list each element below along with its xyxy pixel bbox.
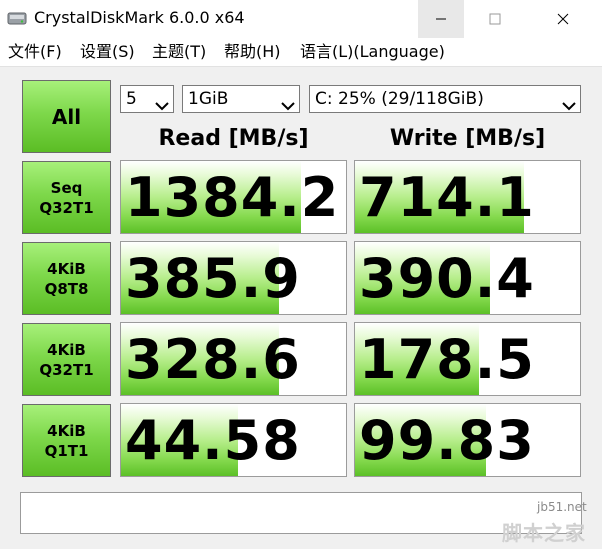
read-value: 328.6 bbox=[125, 328, 301, 391]
comment-field[interactable] bbox=[20, 492, 582, 534]
4kib-q8t8-button[interactable]: 4KiB Q8T8 bbox=[22, 242, 111, 315]
menu-help[interactable]: 帮助(H) bbox=[224, 42, 281, 62]
chevron-down-icon bbox=[155, 93, 169, 111]
test-name-line2: Q32T1 bbox=[39, 360, 94, 379]
4kib-q1t1-write-cell: 99.83 bbox=[354, 403, 581, 477]
seq-q32t1-read-cell: 1384.2 bbox=[120, 160, 347, 234]
read-value: 1384.2 bbox=[125, 166, 340, 229]
close-icon bbox=[557, 10, 569, 29]
maximize-icon bbox=[489, 10, 501, 29]
seq-q32t1-write-cell: 714.1 bbox=[354, 160, 581, 234]
seq-q32t1-button[interactable]: Seq Q32T1 bbox=[22, 161, 111, 234]
menu-theme[interactable]: 主题(T) bbox=[152, 42, 206, 62]
menu-settings[interactable]: 设置(S) bbox=[80, 42, 135, 62]
4kib-q1t1-read-cell: 44.58 bbox=[120, 403, 347, 477]
test-name-line1: 4KiB bbox=[47, 259, 86, 278]
write-column-header: Write [MB/s] bbox=[389, 126, 546, 151]
4kib-q32t1-read-cell: 328.6 bbox=[120, 322, 347, 396]
test-name-line1: 4KiB bbox=[47, 421, 86, 440]
test-name-line1: 4KiB bbox=[47, 340, 86, 359]
test-name-line2: Q1T1 bbox=[44, 441, 89, 460]
menu-language[interactable]: 语言(L)(Language) bbox=[300, 42, 445, 62]
drive-value: C: 25% (29/118GiB) bbox=[315, 89, 484, 109]
4kib-q32t1-write-cell: 178.5 bbox=[354, 322, 581, 396]
menu-bar: 文件(F) 设置(S) 主题(T) 帮助(H) 语言(L)(Language) bbox=[0, 38, 602, 66]
title-bar: CrystalDiskMark 6.0.0 x64 bbox=[0, 0, 602, 38]
read-column-header: Read [MB/s] bbox=[158, 126, 309, 151]
test-name-line1: Seq bbox=[50, 178, 83, 197]
write-value: 390.4 bbox=[359, 247, 535, 310]
watermark-site: jb51.net bbox=[537, 500, 587, 514]
test-count-select[interactable]: 5 bbox=[120, 85, 174, 113]
drive-select[interactable]: C: 25% (29/118GiB) bbox=[309, 85, 581, 113]
read-value: 44.58 bbox=[125, 409, 301, 472]
4kib-q8t8-read-cell: 385.9 bbox=[120, 241, 347, 315]
minimize-button[interactable] bbox=[418, 0, 464, 38]
test-size-value: 1GiB bbox=[188, 89, 229, 109]
write-value: 178.5 bbox=[359, 328, 535, 391]
watermark-brand: 脚本之家 bbox=[502, 521, 586, 545]
menu-file[interactable]: 文件(F) bbox=[8, 42, 62, 62]
read-value: 385.9 bbox=[125, 247, 301, 310]
all-button[interactable]: All bbox=[22, 80, 111, 153]
disk-app-icon bbox=[7, 10, 27, 28]
window-title: CrystalDiskMark 6.0.0 x64 bbox=[34, 8, 245, 27]
minimize-icon bbox=[435, 10, 447, 29]
4kib-q8t8-write-cell: 390.4 bbox=[354, 241, 581, 315]
test-name-line2: Q8T8 bbox=[44, 279, 89, 298]
test-size-select[interactable]: 1GiB bbox=[182, 85, 300, 113]
close-button[interactable] bbox=[540, 0, 586, 38]
4kib-q1t1-button[interactable]: 4KiB Q1T1 bbox=[22, 404, 111, 477]
4kib-q32t1-button[interactable]: 4KiB Q32T1 bbox=[22, 323, 111, 396]
write-value: 99.83 bbox=[359, 409, 535, 472]
test-count-value: 5 bbox=[126, 89, 137, 109]
chevron-down-icon bbox=[281, 93, 295, 111]
test-name-line2: Q32T1 bbox=[39, 198, 94, 217]
chevron-down-icon bbox=[562, 93, 576, 111]
maximize-button[interactable] bbox=[472, 0, 518, 38]
write-value: 714.1 bbox=[359, 166, 535, 229]
